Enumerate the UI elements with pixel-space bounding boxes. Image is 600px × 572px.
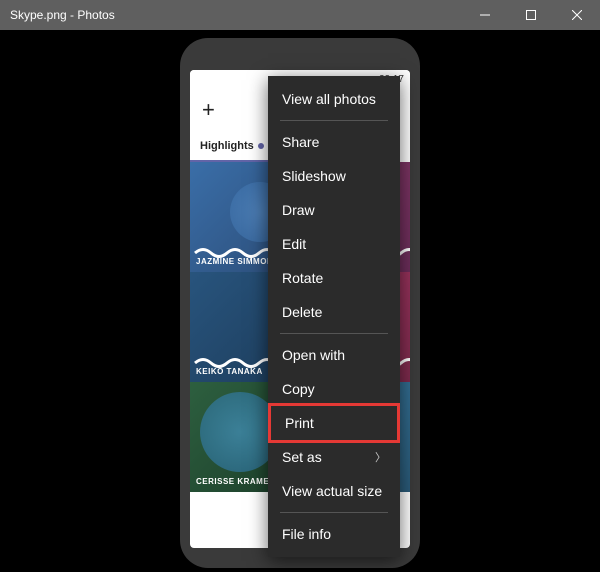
menu-label: Slideshow [282,168,346,184]
menu-label: View actual size [282,483,382,499]
close-icon [572,10,582,20]
menu-label: Draw [282,202,315,218]
menu-draw[interactable]: Draw [268,193,400,227]
chevron-right-icon: 〉 [375,449,386,465]
tab-highlights[interactable]: Highlights [190,132,274,162]
menu-delete[interactable]: Delete [268,295,400,329]
menu-separator [280,333,388,334]
menu-label: View all photos [282,91,376,107]
menu-share[interactable]: Share [268,125,400,159]
window-titlebar: Skype.png - Photos [0,0,600,30]
tile-label: CERISSE KRAMER [196,477,275,486]
menu-rotate[interactable]: Rotate [268,261,400,295]
menu-file-info[interactable]: File info [268,517,400,551]
menu-label: Open with [282,347,345,363]
window-title: Skype.png - Photos [10,8,462,22]
add-button[interactable]: + [202,97,215,123]
menu-separator [280,120,388,121]
maximize-button[interactable] [508,0,554,30]
menu-label: File info [282,526,331,542]
menu-label: Edit [282,236,306,252]
maximize-icon [526,10,536,20]
menu-print[interactable]: Print [268,403,400,443]
menu-view-all-photos[interactable]: View all photos [268,82,400,116]
menu-separator [280,512,388,513]
menu-edit[interactable]: Edit [268,227,400,261]
menu-label: Rotate [282,270,323,286]
minimize-button[interactable] [462,0,508,30]
menu-set-as[interactable]: Set as 〉 [268,440,400,474]
menu-label: Delete [282,304,322,320]
menu-label: Print [285,415,314,431]
menu-view-actual-size[interactable]: View actual size [268,474,400,508]
menu-label: Set as [282,449,322,465]
context-menu: View all photos Share Slideshow Draw Edi… [268,76,400,557]
menu-label: Share [282,134,319,150]
close-button[interactable] [554,0,600,30]
menu-slideshow[interactable]: Slideshow [268,159,400,193]
menu-label: Copy [282,381,315,397]
menu-open-with[interactable]: Open with [268,338,400,372]
minimize-icon [480,10,490,20]
tab-highlights-label: Highlights [200,140,254,152]
menu-copy[interactable]: Copy [268,372,400,406]
notification-dot-icon [258,143,264,149]
photo-viewer: 22:17 + Highlights ture [0,30,600,572]
